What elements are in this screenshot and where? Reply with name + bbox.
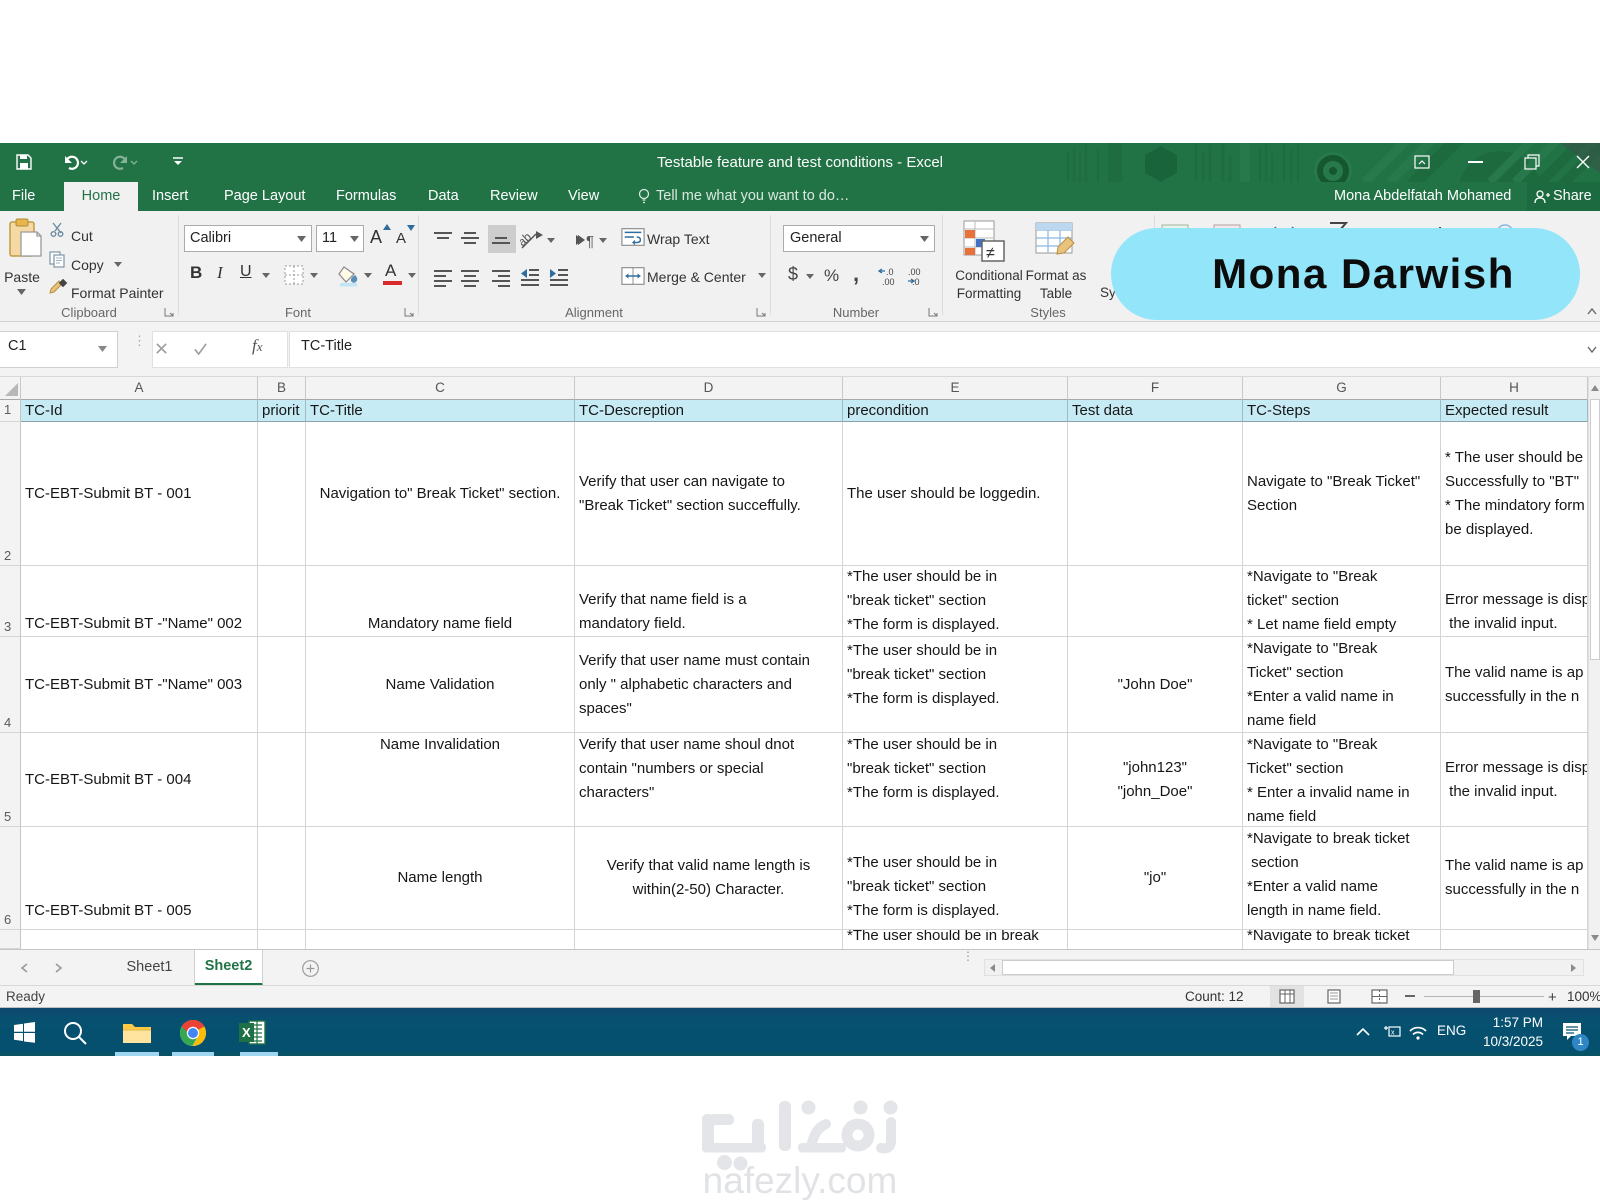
svg-text:.0: .0 [886, 267, 894, 277]
svg-text:.00: .00 [882, 277, 895, 287]
svg-text:ab: ab [520, 229, 534, 249]
svg-text:x: x [1391, 1030, 1395, 1037]
svg-text:.00: .00 [908, 267, 921, 277]
svg-text:¶: ¶ [586, 233, 594, 250]
svg-text:X: X [242, 1025, 251, 1040]
svg-text:≠: ≠ [986, 245, 995, 262]
